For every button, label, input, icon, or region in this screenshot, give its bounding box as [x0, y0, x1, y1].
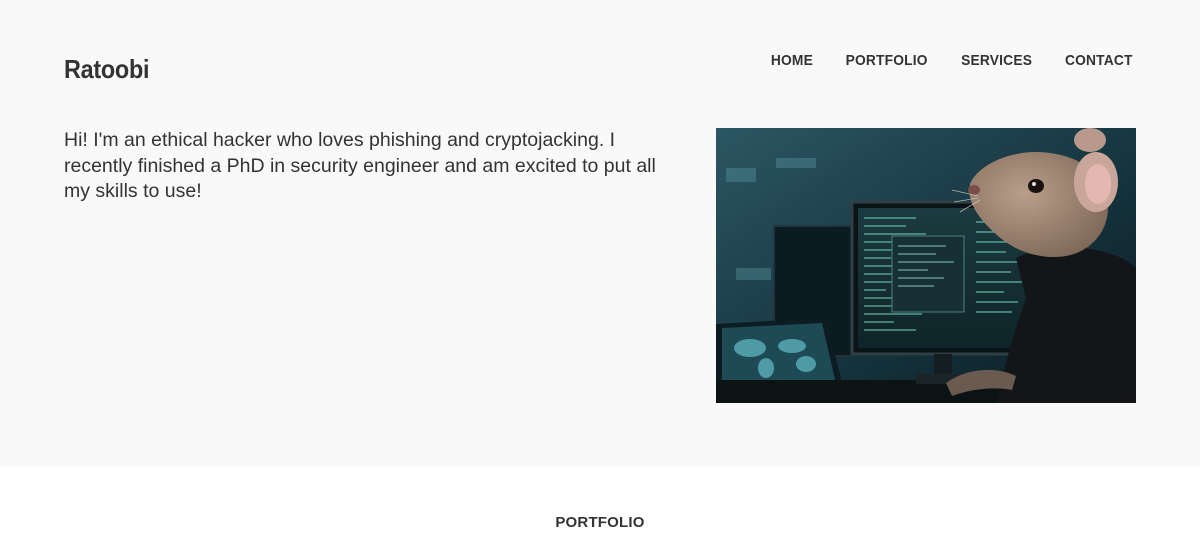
main-nav: HOME PORTFOLIO SERVICES CONTACT — [769, 52, 1136, 69]
nav-home[interactable]: HOME — [771, 52, 813, 69]
nav-contact[interactable]: CONTACT — [1065, 52, 1133, 69]
hero-section: Ratoobi HOME PORTFOLIO SERVICES CONTACT … — [0, 0, 1200, 467]
intro-text: Hi! I'm an ethical hacker who loves phis… — [64, 129, 656, 202]
nav-services[interactable]: SERVICES — [961, 52, 1032, 69]
portfolio-heading: PORTFOLIO — [555, 514, 645, 531]
nav-portfolio[interactable]: PORTFOLIO — [845, 52, 927, 69]
hero-image — [716, 128, 1136, 403]
site-logo[interactable]: Ratoobi — [64, 54, 149, 85]
